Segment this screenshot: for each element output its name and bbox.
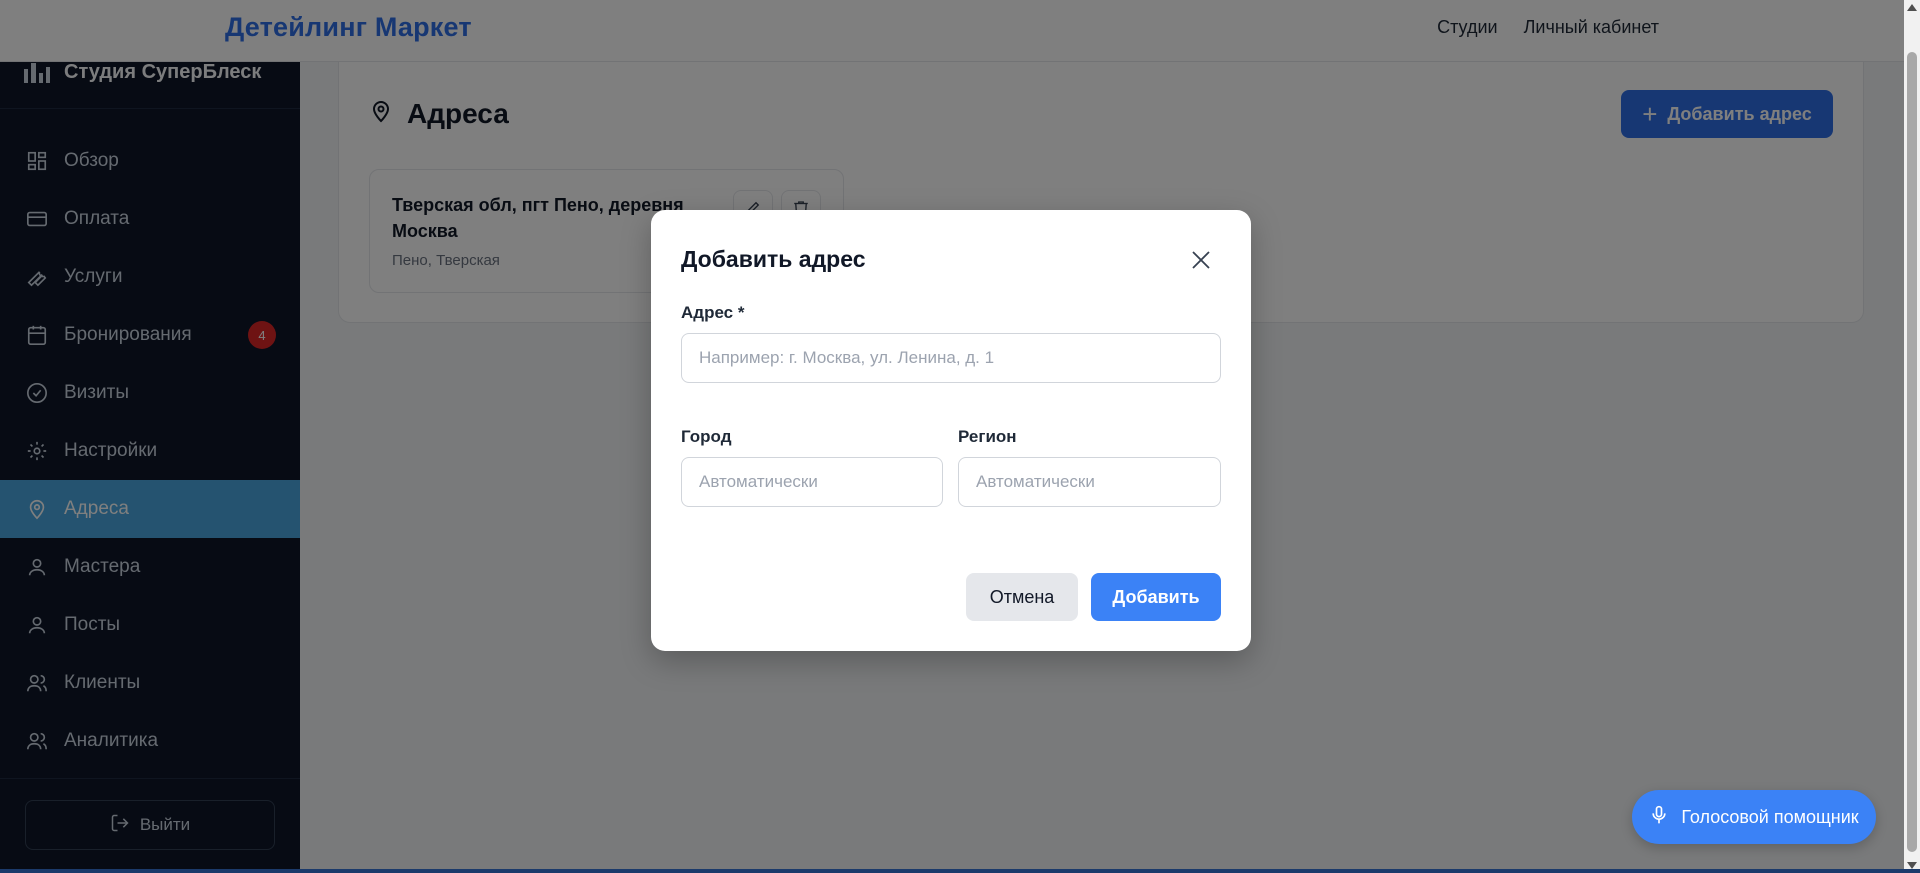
close-dialog-button[interactable] xyxy=(1189,248,1213,272)
scroll-down-arrow-icon[interactable] xyxy=(1907,862,1917,869)
scrollbar-thumb[interactable] xyxy=(1907,52,1917,852)
dialog-title: Добавить адрес xyxy=(681,246,866,272)
city-input[interactable] xyxy=(681,457,943,507)
page-scrollbar[interactable] xyxy=(1904,0,1920,873)
voice-assistant-button[interactable]: Голосовой помощник xyxy=(1632,790,1876,844)
region-input[interactable] xyxy=(958,457,1221,507)
address-label: Адрес * xyxy=(681,303,745,322)
close-icon xyxy=(1192,251,1210,269)
scroll-up-arrow-icon[interactable] xyxy=(1907,4,1917,11)
city-label: Город xyxy=(681,427,732,446)
add-address-dialog: Добавить адрес Адрес * Город Регион Отме… xyxy=(651,210,1251,651)
microphone-icon xyxy=(1649,805,1669,830)
submit-add-button[interactable]: Добавить xyxy=(1091,573,1221,621)
cancel-button[interactable]: Отмена xyxy=(966,573,1078,621)
voice-assistant-label: Голосовой помощник xyxy=(1681,806,1859,827)
region-label: Регион xyxy=(958,427,1017,446)
address-input[interactable] xyxy=(681,333,1221,383)
os-taskbar-edge xyxy=(0,869,1920,873)
